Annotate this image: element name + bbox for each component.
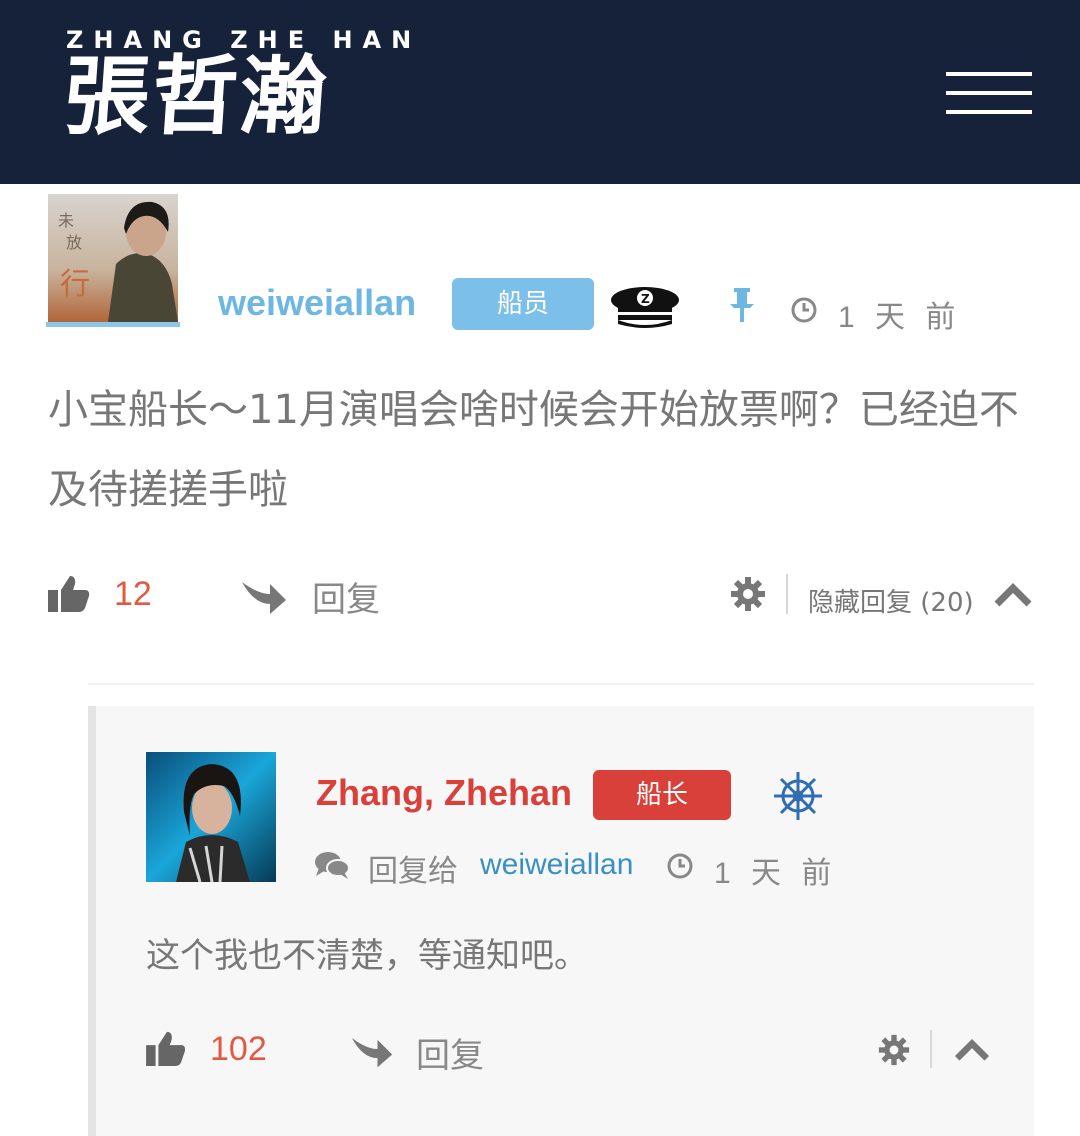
reply-button[interactable]: 回复: [312, 572, 380, 621]
comment-text: 小宝船长～11月演唱会啥时候会开始放票啊？已经迫不及待搓搓手啦: [48, 387, 1019, 513]
thumbs-up-icon[interactable]: [48, 574, 90, 617]
reply-time: 1 天 前: [714, 857, 838, 890]
svg-text:行: 行: [60, 267, 90, 302]
comment-time: 1 天 前: [838, 301, 962, 334]
role-badge: 船员: [452, 278, 594, 330]
reply-arrow-icon[interactable]: [350, 1030, 394, 1073]
reply-button[interactable]: 回复: [416, 1028, 484, 1077]
clock-icon: [666, 852, 694, 885]
chevron-up-icon[interactable]: [994, 582, 1032, 613]
clock-icon: [790, 296, 818, 329]
reply-arrow-icon[interactable]: [240, 574, 288, 619]
thumbs-up-icon[interactable]: [146, 1030, 186, 1071]
site-header: ZHANG ZHE HAN 張哲瀚: [0, 0, 1080, 184]
avatar[interactable]: 未 放 行: [48, 194, 178, 322]
reply-author[interactable]: Zhang, Zhehan: [316, 772, 572, 814]
gear-icon[interactable]: [878, 1034, 910, 1071]
hamburger-menu-icon[interactable]: [946, 72, 1032, 114]
reply-to-user-link[interactable]: weiweiallan: [480, 848, 633, 882]
svg-text:Z: Z: [641, 292, 650, 306]
chevron-up-icon[interactable]: [954, 1038, 990, 1067]
like-count: 12: [114, 575, 152, 613]
svg-text:未: 未: [58, 211, 74, 230]
captain-badge: 船长: [593, 770, 731, 820]
action-divider: [930, 1030, 932, 1068]
reply-like-count: 102: [210, 1030, 267, 1068]
reply-text: 这个我也不清楚，等通知吧。: [146, 936, 588, 976]
gear-icon[interactable]: [730, 576, 766, 617]
logo-chinese[interactable]: 張哲瀚: [61, 46, 332, 147]
action-divider: [786, 574, 788, 614]
captain-hat-icon: Z: [608, 284, 682, 333]
hide-replies-toggle[interactable]: 隐藏回复 (20): [808, 582, 974, 619]
comments-icon: [314, 850, 350, 885]
svg-text:放: 放: [66, 233, 82, 252]
separator: [88, 683, 1034, 685]
pin-icon: [728, 288, 756, 329]
reply-to-label: 回复给: [368, 854, 458, 889]
reply-avatar[interactable]: [146, 752, 276, 882]
comment-username[interactable]: weiweiallan: [218, 282, 416, 324]
ship-wheel-icon: [772, 770, 824, 827]
avatar-underline: [46, 322, 180, 327]
